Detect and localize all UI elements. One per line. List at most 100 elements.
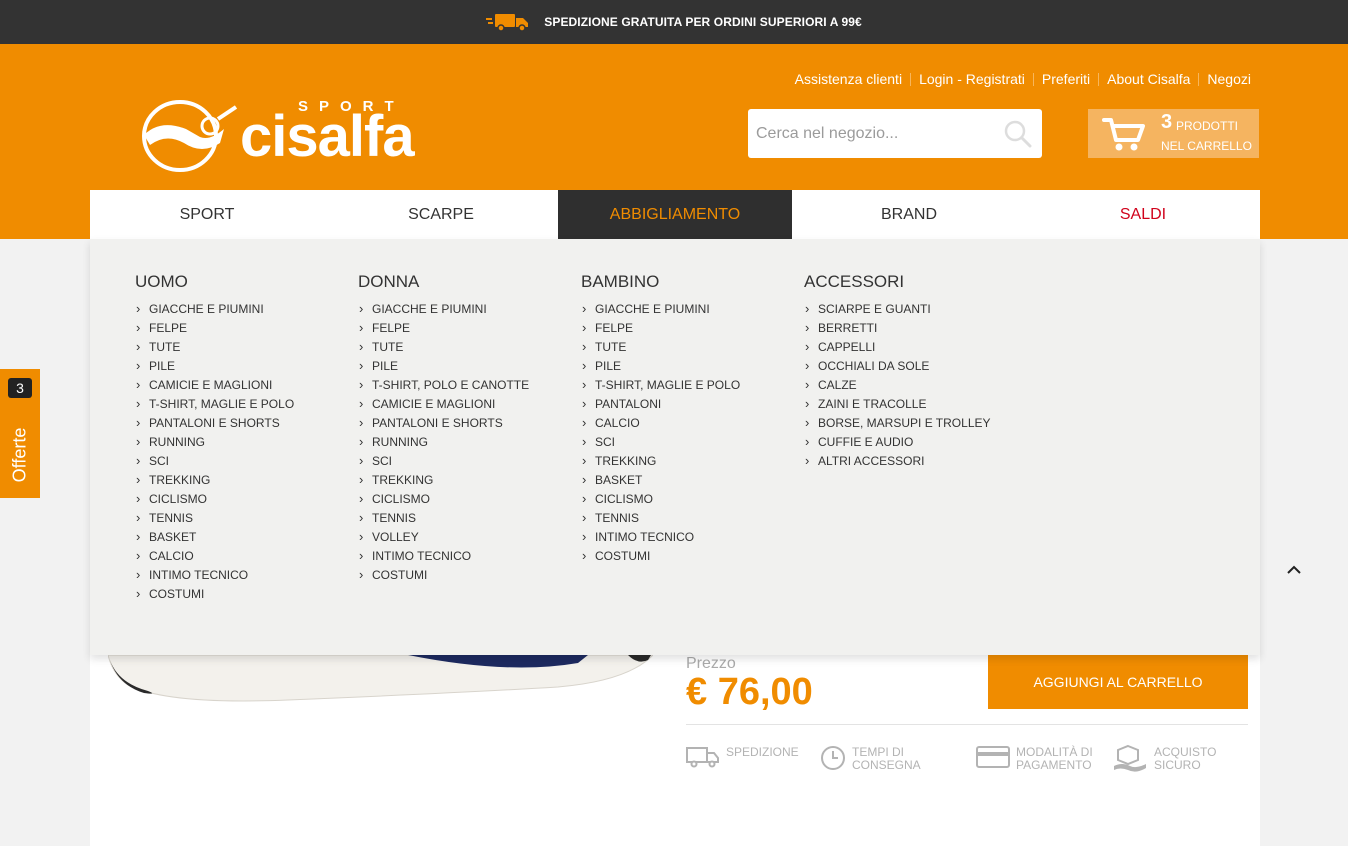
cart-count: 3 xyxy=(1161,111,1173,133)
link-login-registrati[interactable]: Login - Registrati xyxy=(919,71,1025,87)
mega-menu-item[interactable]: CALCIO xyxy=(135,546,355,566)
link-separator xyxy=(910,72,912,86)
mega-menu-item[interactable]: CALZE xyxy=(804,375,1024,395)
mega-menu-item[interactable]: PILE xyxy=(581,356,801,376)
mega-menu-item[interactable]: OCCHIALI DA SOLE xyxy=(804,356,1024,376)
offerte-side-tab[interactable]: 3 Offerte xyxy=(0,369,40,498)
nav-abbigliamento[interactable]: ABBIGLIAMENTO xyxy=(558,190,792,239)
mega-menu-item[interactable]: ZAINI E TRACOLLE xyxy=(804,394,1024,414)
info-payment-line1: MODALITÀ DI xyxy=(1016,745,1093,759)
mega-menu-item[interactable]: RUNNING xyxy=(135,432,355,452)
mega-menu-item[interactable]: INTIMO TECNICO xyxy=(358,546,578,566)
mega-list: SCIARPE E GUANTIBERRETTICAPPELLIOCCHIALI… xyxy=(804,299,1024,471)
search-input[interactable] xyxy=(748,109,998,158)
mega-menu-item[interactable]: GIACCHE E PIUMINI xyxy=(581,299,801,319)
mega-menu-item[interactable]: COSTUMI xyxy=(581,546,801,566)
link-negozi[interactable]: Negozi xyxy=(1207,71,1251,87)
mega-menu-item[interactable]: INTIMO TECNICO xyxy=(135,565,355,585)
cart-button[interactable]: 3 PRODOTTI NEL CARRELLO xyxy=(1088,109,1259,158)
nav-brand[interactable]: BRAND xyxy=(792,190,1026,239)
mega-menu-item[interactable]: GIACCHE E PIUMINI xyxy=(358,299,578,319)
cart-icon xyxy=(1102,118,1145,151)
mega-menu-item[interactable]: CAMICIE E MAGLIONI xyxy=(135,375,355,395)
link-assistenza-clienti[interactable]: Assistenza clienti xyxy=(795,71,902,87)
mega-column-uomo: UOMO GIACCHE E PIUMINIFELPETUTEPILECAMIC… xyxy=(135,272,355,604)
mega-column-title: DONNA xyxy=(358,272,420,291)
link-separator xyxy=(1098,72,1100,86)
mega-menu-item[interactable]: TREKKING xyxy=(581,451,801,471)
info-delivery-time[interactable]: TEMPI DI CONSEGNA xyxy=(820,744,921,772)
mega-menu-item[interactable]: CICLISMO xyxy=(358,489,578,509)
nav-saldi[interactable]: SALDI xyxy=(1026,190,1260,239)
mega-menu-item[interactable]: PANTALONI E SHORTS xyxy=(358,413,578,433)
mega-column-accessori: ACCESSORI SCIARPE E GUANTIBERRETTICAPPEL… xyxy=(804,272,1024,471)
mega-menu-item[interactable]: BASKET xyxy=(135,527,355,547)
mega-menu-item[interactable]: TUTE xyxy=(358,337,578,357)
utility-links: Assistenza clienti Login - Registrati Pr… xyxy=(795,71,1251,87)
mega-menu-item[interactable]: PILE xyxy=(135,356,355,376)
info-secure-line2: SICURO xyxy=(1154,758,1201,772)
mega-menu-item[interactable]: PANTALONI E SHORTS xyxy=(135,413,355,433)
mega-menu-item[interactable]: CAMICIE E MAGLIONI xyxy=(358,394,578,414)
search-icon[interactable] xyxy=(1004,120,1032,148)
mega-menu-item[interactable]: RUNNING xyxy=(358,432,578,452)
info-shipping-line1: SPEDIZIONE xyxy=(726,745,799,759)
mega-menu-item[interactable]: TENNIS xyxy=(135,508,355,528)
mega-menu-item[interactable]: FELPE xyxy=(135,318,355,338)
link-about-cisalfa[interactable]: About Cisalfa xyxy=(1107,71,1190,87)
info-shipping[interactable]: SPEDIZIONE xyxy=(686,744,799,768)
mega-menu-item[interactable]: CICLISMO xyxy=(135,489,355,509)
clock-icon xyxy=(821,746,845,770)
secure-package-icon xyxy=(1114,744,1146,772)
mega-menu-item[interactable]: COSTUMI xyxy=(358,565,578,585)
mega-menu-item[interactable]: T-SHIRT, MAGLIE E POLO xyxy=(581,375,801,395)
info-delivery-line1: TEMPI DI xyxy=(852,745,905,759)
search-box xyxy=(748,109,1042,158)
mega-menu-item[interactable]: VOLLEY xyxy=(358,527,578,547)
link-preferiti[interactable]: Preferiti xyxy=(1042,71,1090,87)
mega-menu-item[interactable]: SCI xyxy=(581,432,801,452)
mega-menu-item[interactable]: BERRETTI xyxy=(804,318,1024,338)
mega-menu-item[interactable]: CUFFIE E AUDIO xyxy=(804,432,1024,452)
logo-emblem-icon xyxy=(142,100,238,172)
mega-menu-item[interactable]: FELPE xyxy=(581,318,801,338)
mega-menu-item[interactable]: SCI xyxy=(135,451,355,471)
credit-card-icon xyxy=(976,746,1010,768)
mega-menu-item[interactable]: TUTE xyxy=(581,337,801,357)
info-payment[interactable]: MODALITÀ DI PAGAMENTO xyxy=(976,744,1093,772)
nav-scarpe[interactable]: SCARPE xyxy=(324,190,558,239)
mega-menu-item[interactable]: TREKKING xyxy=(358,470,578,490)
nav-sport[interactable]: SPORT xyxy=(90,190,324,239)
mega-menu-item[interactable]: PILE xyxy=(358,356,578,376)
link-separator xyxy=(1032,72,1034,86)
mega-menu-item[interactable]: CALCIO xyxy=(581,413,801,433)
mega-menu-item[interactable]: TENNIS xyxy=(358,508,578,528)
logo-brand-text: cisalfa xyxy=(240,104,415,169)
price-divider xyxy=(686,724,1248,725)
mega-menu-item[interactable]: PANTALONI xyxy=(581,394,801,414)
mega-column-bambino: BAMBINO GIACCHE E PIUMINIFELPETUTEPILET-… xyxy=(581,272,801,566)
mega-menu-item[interactable]: BORSE, MARSUPI E TROLLEY xyxy=(804,413,1024,433)
mega-menu-item[interactable]: T-SHIRT, POLO E CANOTTE xyxy=(358,375,578,395)
mega-menu-item[interactable]: ALTRI ACCESSORI xyxy=(804,451,1024,471)
mega-menu-item[interactable]: SCI xyxy=(358,451,578,471)
cisalfa-logo[interactable]: SPORT cisalfa xyxy=(140,99,480,174)
mega-menu-item[interactable]: SCIARPE E GUANTI xyxy=(804,299,1024,319)
mega-menu-item[interactable]: CAPPELLI xyxy=(804,337,1024,357)
mega-menu-item[interactable]: BASKET xyxy=(581,470,801,490)
mega-column-title: ACCESSORI xyxy=(804,272,905,291)
back-to-top-button[interactable] xyxy=(1284,560,1304,580)
add-to-cart-button[interactable]: AGGIUNGI AL CARRELLO xyxy=(988,654,1248,709)
mega-menu-item[interactable]: GIACCHE E PIUMINI xyxy=(135,299,355,319)
mega-menu-item[interactable]: TENNIS xyxy=(581,508,801,528)
link-separator xyxy=(1198,72,1200,86)
mega-menu-item[interactable]: INTIMO TECNICO xyxy=(581,527,801,547)
mega-menu-item[interactable]: CICLISMO xyxy=(581,489,801,509)
info-payment-line2: PAGAMENTO xyxy=(1016,758,1092,772)
mega-menu-item[interactable]: TUTE xyxy=(135,337,355,357)
info-secure[interactable]: ACQUISTO SICURO xyxy=(1112,744,1216,774)
mega-menu-item[interactable]: T-SHIRT, MAGLIE E POLO xyxy=(135,394,355,414)
mega-menu-item[interactable]: TREKKING xyxy=(135,470,355,490)
mega-menu-item[interactable]: COSTUMI xyxy=(135,584,355,604)
mega-menu-item[interactable]: FELPE xyxy=(358,318,578,338)
